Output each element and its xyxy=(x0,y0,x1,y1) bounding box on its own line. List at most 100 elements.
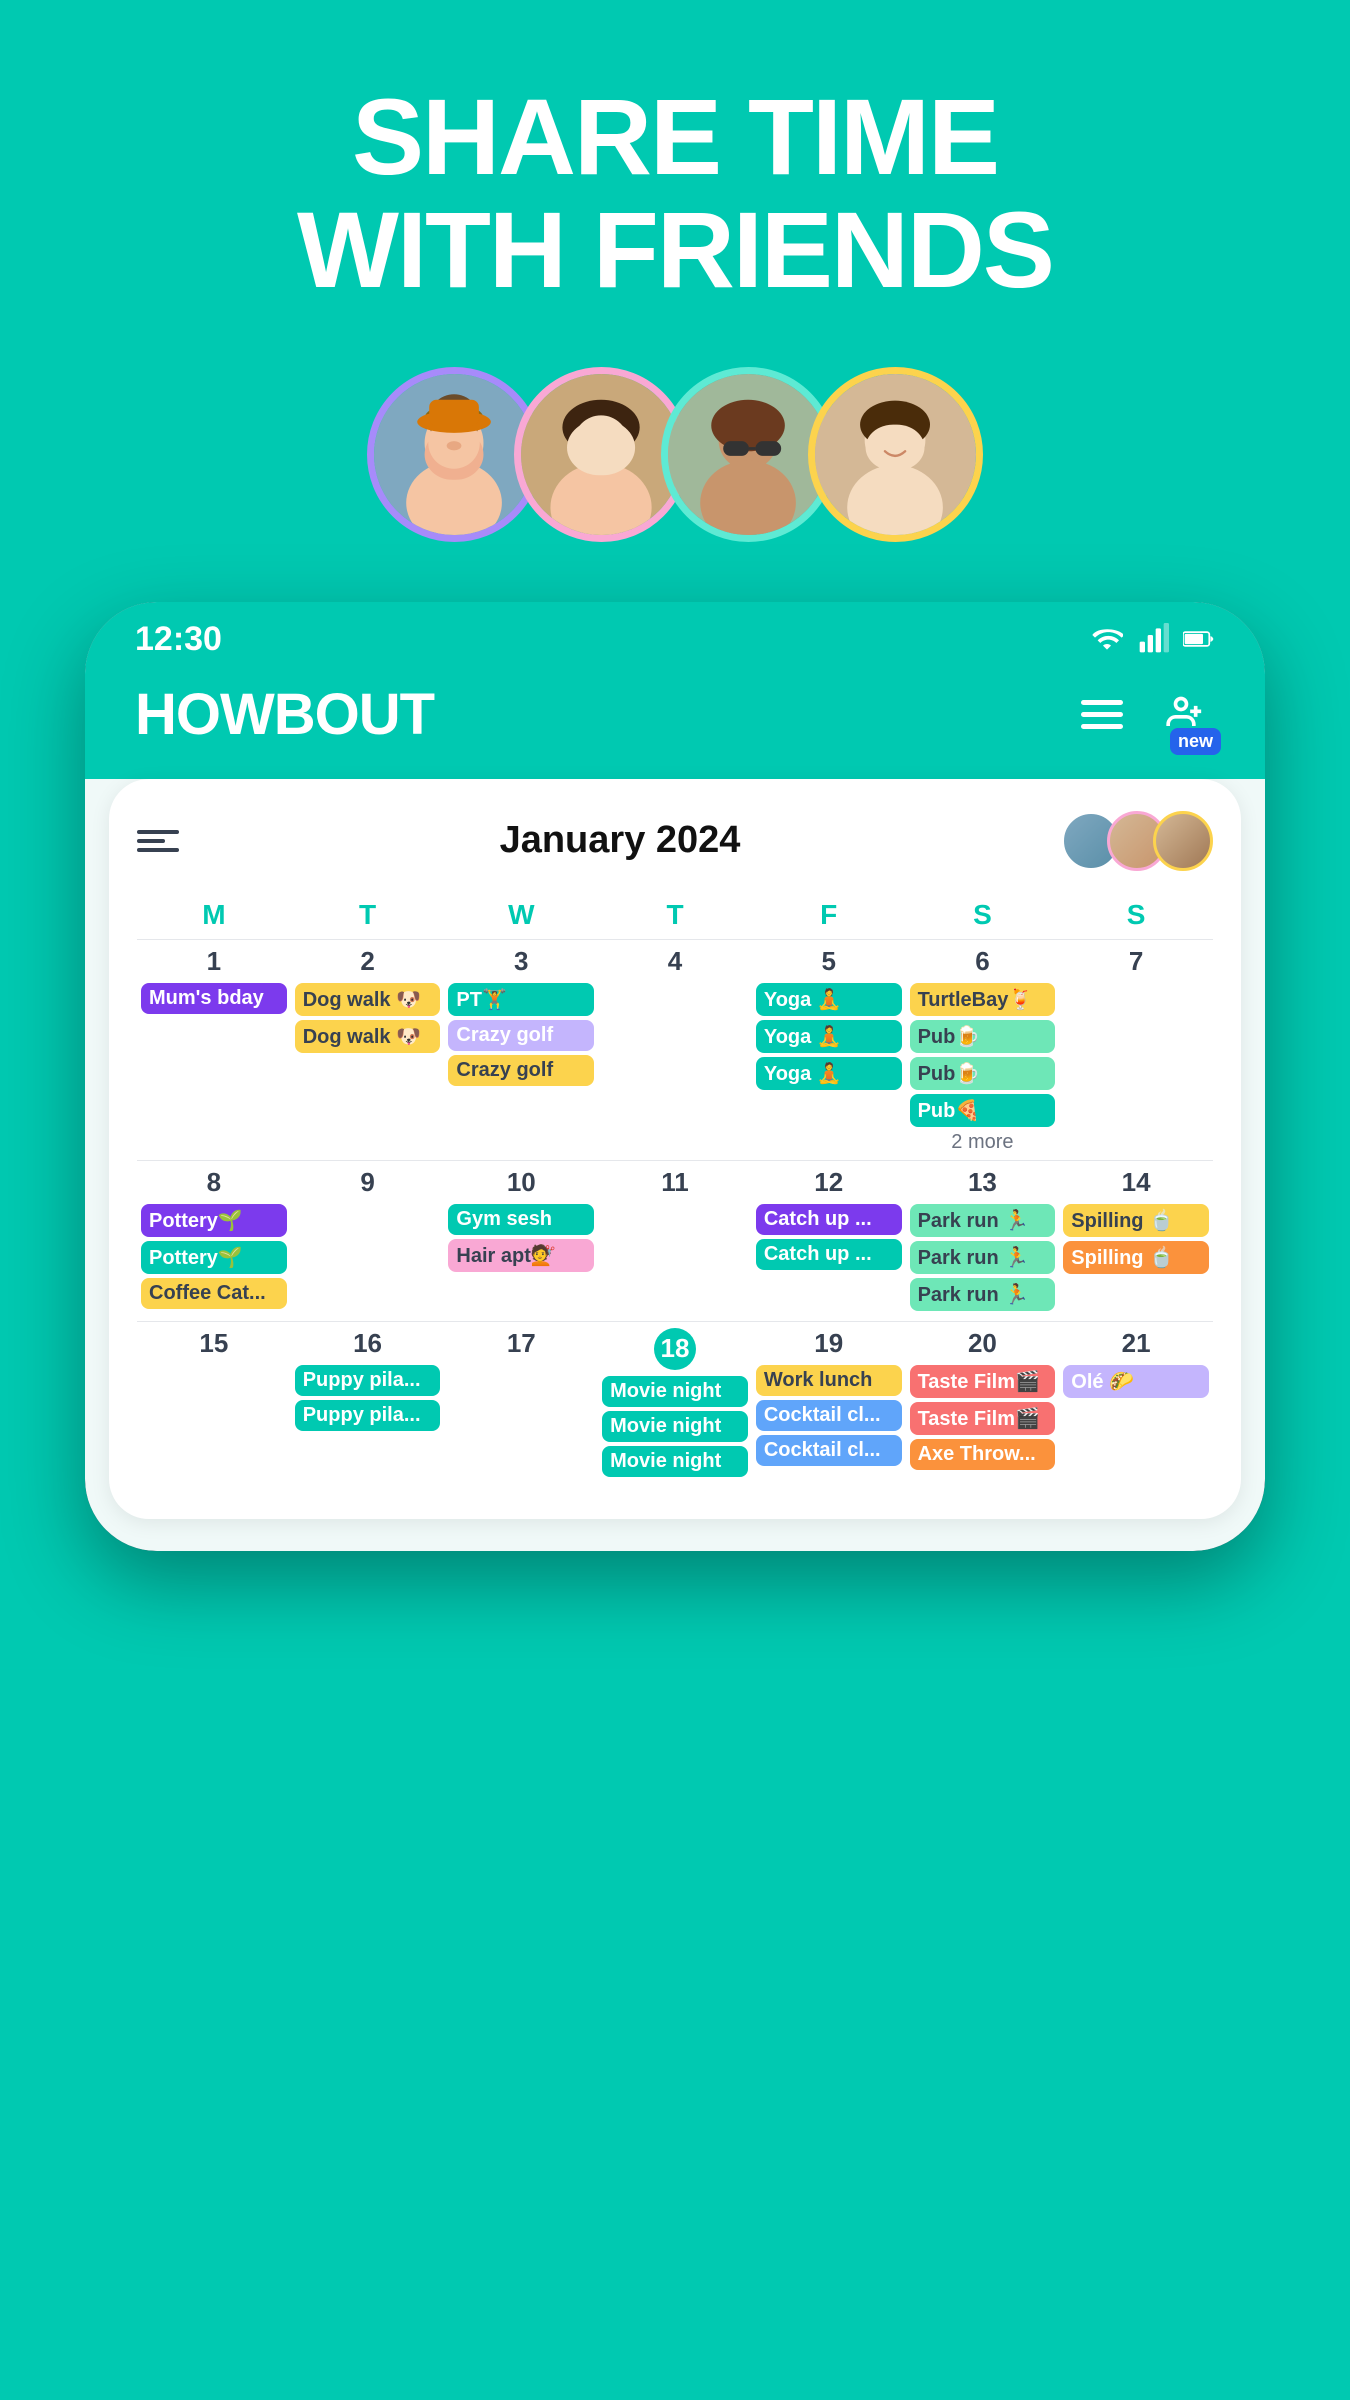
event-ole[interactable]: Olé 🌮 xyxy=(1063,1365,1209,1398)
hero-title-line2: WITH FRIENDS xyxy=(297,189,1053,310)
date-17: 17 xyxy=(448,1328,594,1359)
date-15: 15 xyxy=(141,1328,287,1359)
day-sat: S xyxy=(906,899,1060,931)
event-gym-sesh[interactable]: Gym sesh xyxy=(448,1204,594,1235)
day-wed: W xyxy=(444,899,598,931)
phone-mockup: 12:30 HOWBOUT xyxy=(0,602,1350,1551)
friend-avatars xyxy=(367,367,983,542)
day-16: 16 Puppy pila... Puppy pila... xyxy=(291,1321,445,1487)
event-dog-walk-1[interactable]: Dog walk 🐶 xyxy=(295,983,441,1016)
new-badge: new xyxy=(1170,728,1221,755)
event-crazy-golf-2[interactable]: Crazy golf xyxy=(448,1055,594,1086)
phone-screen: 12:30 HOWBOUT xyxy=(85,602,1265,1551)
add-friend-button[interactable]: new xyxy=(1147,681,1215,749)
more-events[interactable]: 2 more xyxy=(910,1131,1056,1154)
event-pt[interactable]: PT🏋 xyxy=(448,983,594,1016)
event-yoga-2[interactable]: Yoga 🧘 xyxy=(756,1020,902,1053)
app-logo: HOWBOUT xyxy=(135,681,434,748)
day-17: 17 xyxy=(444,1321,598,1487)
event-taste-film-2[interactable]: Taste Film🎬 xyxy=(910,1402,1056,1435)
day-4: 4 xyxy=(598,939,752,1160)
menu-icon[interactable] xyxy=(1081,700,1123,729)
event-yoga-3[interactable]: Yoga 🧘 xyxy=(756,1057,902,1090)
date-20: 20 xyxy=(910,1328,1056,1359)
day-18: 18 Movie night Movie night Movie night xyxy=(598,1321,752,1487)
hero-title-line1: SHARE TIME xyxy=(352,76,998,197)
event-movie-night-3[interactable]: Movie night xyxy=(602,1446,748,1477)
event-pottery-1[interactable]: Pottery🌱 xyxy=(141,1204,287,1237)
day-15: 15 xyxy=(137,1321,291,1487)
event-yoga-1[interactable]: Yoga 🧘 xyxy=(756,983,902,1016)
date-19: 19 xyxy=(756,1328,902,1359)
event-crazy-golf-1[interactable]: Crazy golf xyxy=(448,1020,594,1051)
date-5: 5 xyxy=(756,946,902,977)
event-movie-night-1[interactable]: Movie night xyxy=(602,1376,748,1407)
event-spilling-2[interactable]: Spilling 🍵 xyxy=(1063,1241,1209,1274)
event-turtlebay[interactable]: TurtleBay🍹 xyxy=(910,983,1056,1016)
event-puppy-pila-2[interactable]: Puppy pila... xyxy=(295,1400,441,1431)
event-axe-throw[interactable]: Axe Throw... xyxy=(910,1439,1056,1470)
event-work-lunch[interactable]: Work lunch xyxy=(756,1365,902,1396)
date-6: 6 xyxy=(910,946,1056,977)
event-coffee-cat[interactable]: Coffee Cat... xyxy=(141,1278,287,1309)
day-2: 2 Dog walk 🐶 Dog walk 🐶 xyxy=(291,939,445,1160)
day-13: 13 Park run 🏃 Park run 🏃 Park run 🏃 xyxy=(906,1160,1060,1321)
event-pub-2[interactable]: Pub🍺 xyxy=(910,1057,1056,1090)
date-11: 11 xyxy=(602,1167,748,1198)
event-pub-1[interactable]: Pub🍺 xyxy=(910,1020,1056,1053)
date-10: 10 xyxy=(448,1167,594,1198)
day-11: 11 xyxy=(598,1160,752,1321)
event-catch-up-2[interactable]: Catch up ... xyxy=(756,1239,902,1270)
event-park-run-2[interactable]: Park run 🏃 xyxy=(910,1241,1056,1274)
date-12: 12 xyxy=(756,1167,902,1198)
event-cocktail-cl-2[interactable]: Cocktail cl... xyxy=(756,1435,902,1466)
event-mums-bday[interactable]: Mum's bday xyxy=(141,983,287,1014)
date-7: 7 xyxy=(1063,946,1209,977)
event-cocktail-cl-1[interactable]: Cocktail cl... xyxy=(756,1400,902,1431)
event-catch-up-1[interactable]: Catch up ... xyxy=(756,1204,902,1235)
event-pub-3[interactable]: Pub🍕 xyxy=(910,1094,1056,1127)
date-13: 13 xyxy=(910,1167,1056,1198)
status-icons xyxy=(1091,623,1215,655)
calendar-card: January 2024 M T W T F S S xyxy=(109,779,1241,1519)
event-spilling-1[interactable]: Spilling 🍵 xyxy=(1063,1204,1209,1237)
date-18-today: 18 xyxy=(654,1328,696,1370)
status-time: 12:30 xyxy=(135,620,222,659)
event-dog-walk-2[interactable]: Dog walk 🐶 xyxy=(295,1020,441,1053)
app-header: HOWBOUT new xyxy=(85,671,1265,779)
hero-title: SHARE TIME WITH FRIENDS xyxy=(297,80,1053,307)
date-9: 9 xyxy=(295,1167,441,1198)
day-sun: S xyxy=(1059,899,1213,931)
date-21: 21 xyxy=(1063,1328,1209,1359)
event-puppy-pila-1[interactable]: Puppy pila... xyxy=(295,1365,441,1396)
date-14: 14 xyxy=(1063,1167,1209,1198)
event-park-run-1[interactable]: Park run 🏃 xyxy=(910,1204,1056,1237)
day-12: 12 Catch up ... Catch up ... xyxy=(752,1160,906,1321)
date-8: 8 xyxy=(141,1167,287,1198)
day-thu: T xyxy=(598,899,752,931)
event-hair-apt[interactable]: Hair apt💇 xyxy=(448,1239,594,1272)
phone-frame: 12:30 HOWBOUT xyxy=(85,602,1265,1551)
day-7: 7 xyxy=(1059,939,1213,1160)
day-8: 8 Pottery🌱 Pottery🌱 Coffee Cat... xyxy=(137,1160,291,1321)
day-19: 19 Work lunch Cocktail cl... Cocktail cl… xyxy=(752,1321,906,1487)
week-1: 1 Mum's bday 2 Dog walk 🐶 Dog walk 🐶 3 P… xyxy=(137,939,1213,1160)
avatar-4 xyxy=(808,367,983,542)
day-10: 10 Gym sesh Hair apt💇 xyxy=(444,1160,598,1321)
day-1: 1 Mum's bday xyxy=(137,939,291,1160)
date-1: 1 xyxy=(141,946,287,977)
cal-avatar-3 xyxy=(1153,811,1213,871)
battery-icon xyxy=(1183,623,1215,655)
event-movie-night-2[interactable]: Movie night xyxy=(602,1411,748,1442)
date-2: 2 xyxy=(295,946,441,977)
date-3: 3 xyxy=(448,946,594,977)
week-3: 15 16 Puppy pila... Puppy pila... 17 18 … xyxy=(137,1321,1213,1487)
filter-icon[interactable] xyxy=(137,830,179,852)
hero-section: SHARE TIME WITH FRIENDS xyxy=(0,0,1350,602)
event-taste-film-1[interactable]: Taste Film🎬 xyxy=(910,1365,1056,1398)
day-tue: T xyxy=(291,899,445,931)
event-park-run-3[interactable]: Park run 🏃 xyxy=(910,1278,1056,1311)
event-pottery-2[interactable]: Pottery🌱 xyxy=(141,1241,287,1274)
date-16: 16 xyxy=(295,1328,441,1359)
header-actions: new xyxy=(1081,681,1215,749)
